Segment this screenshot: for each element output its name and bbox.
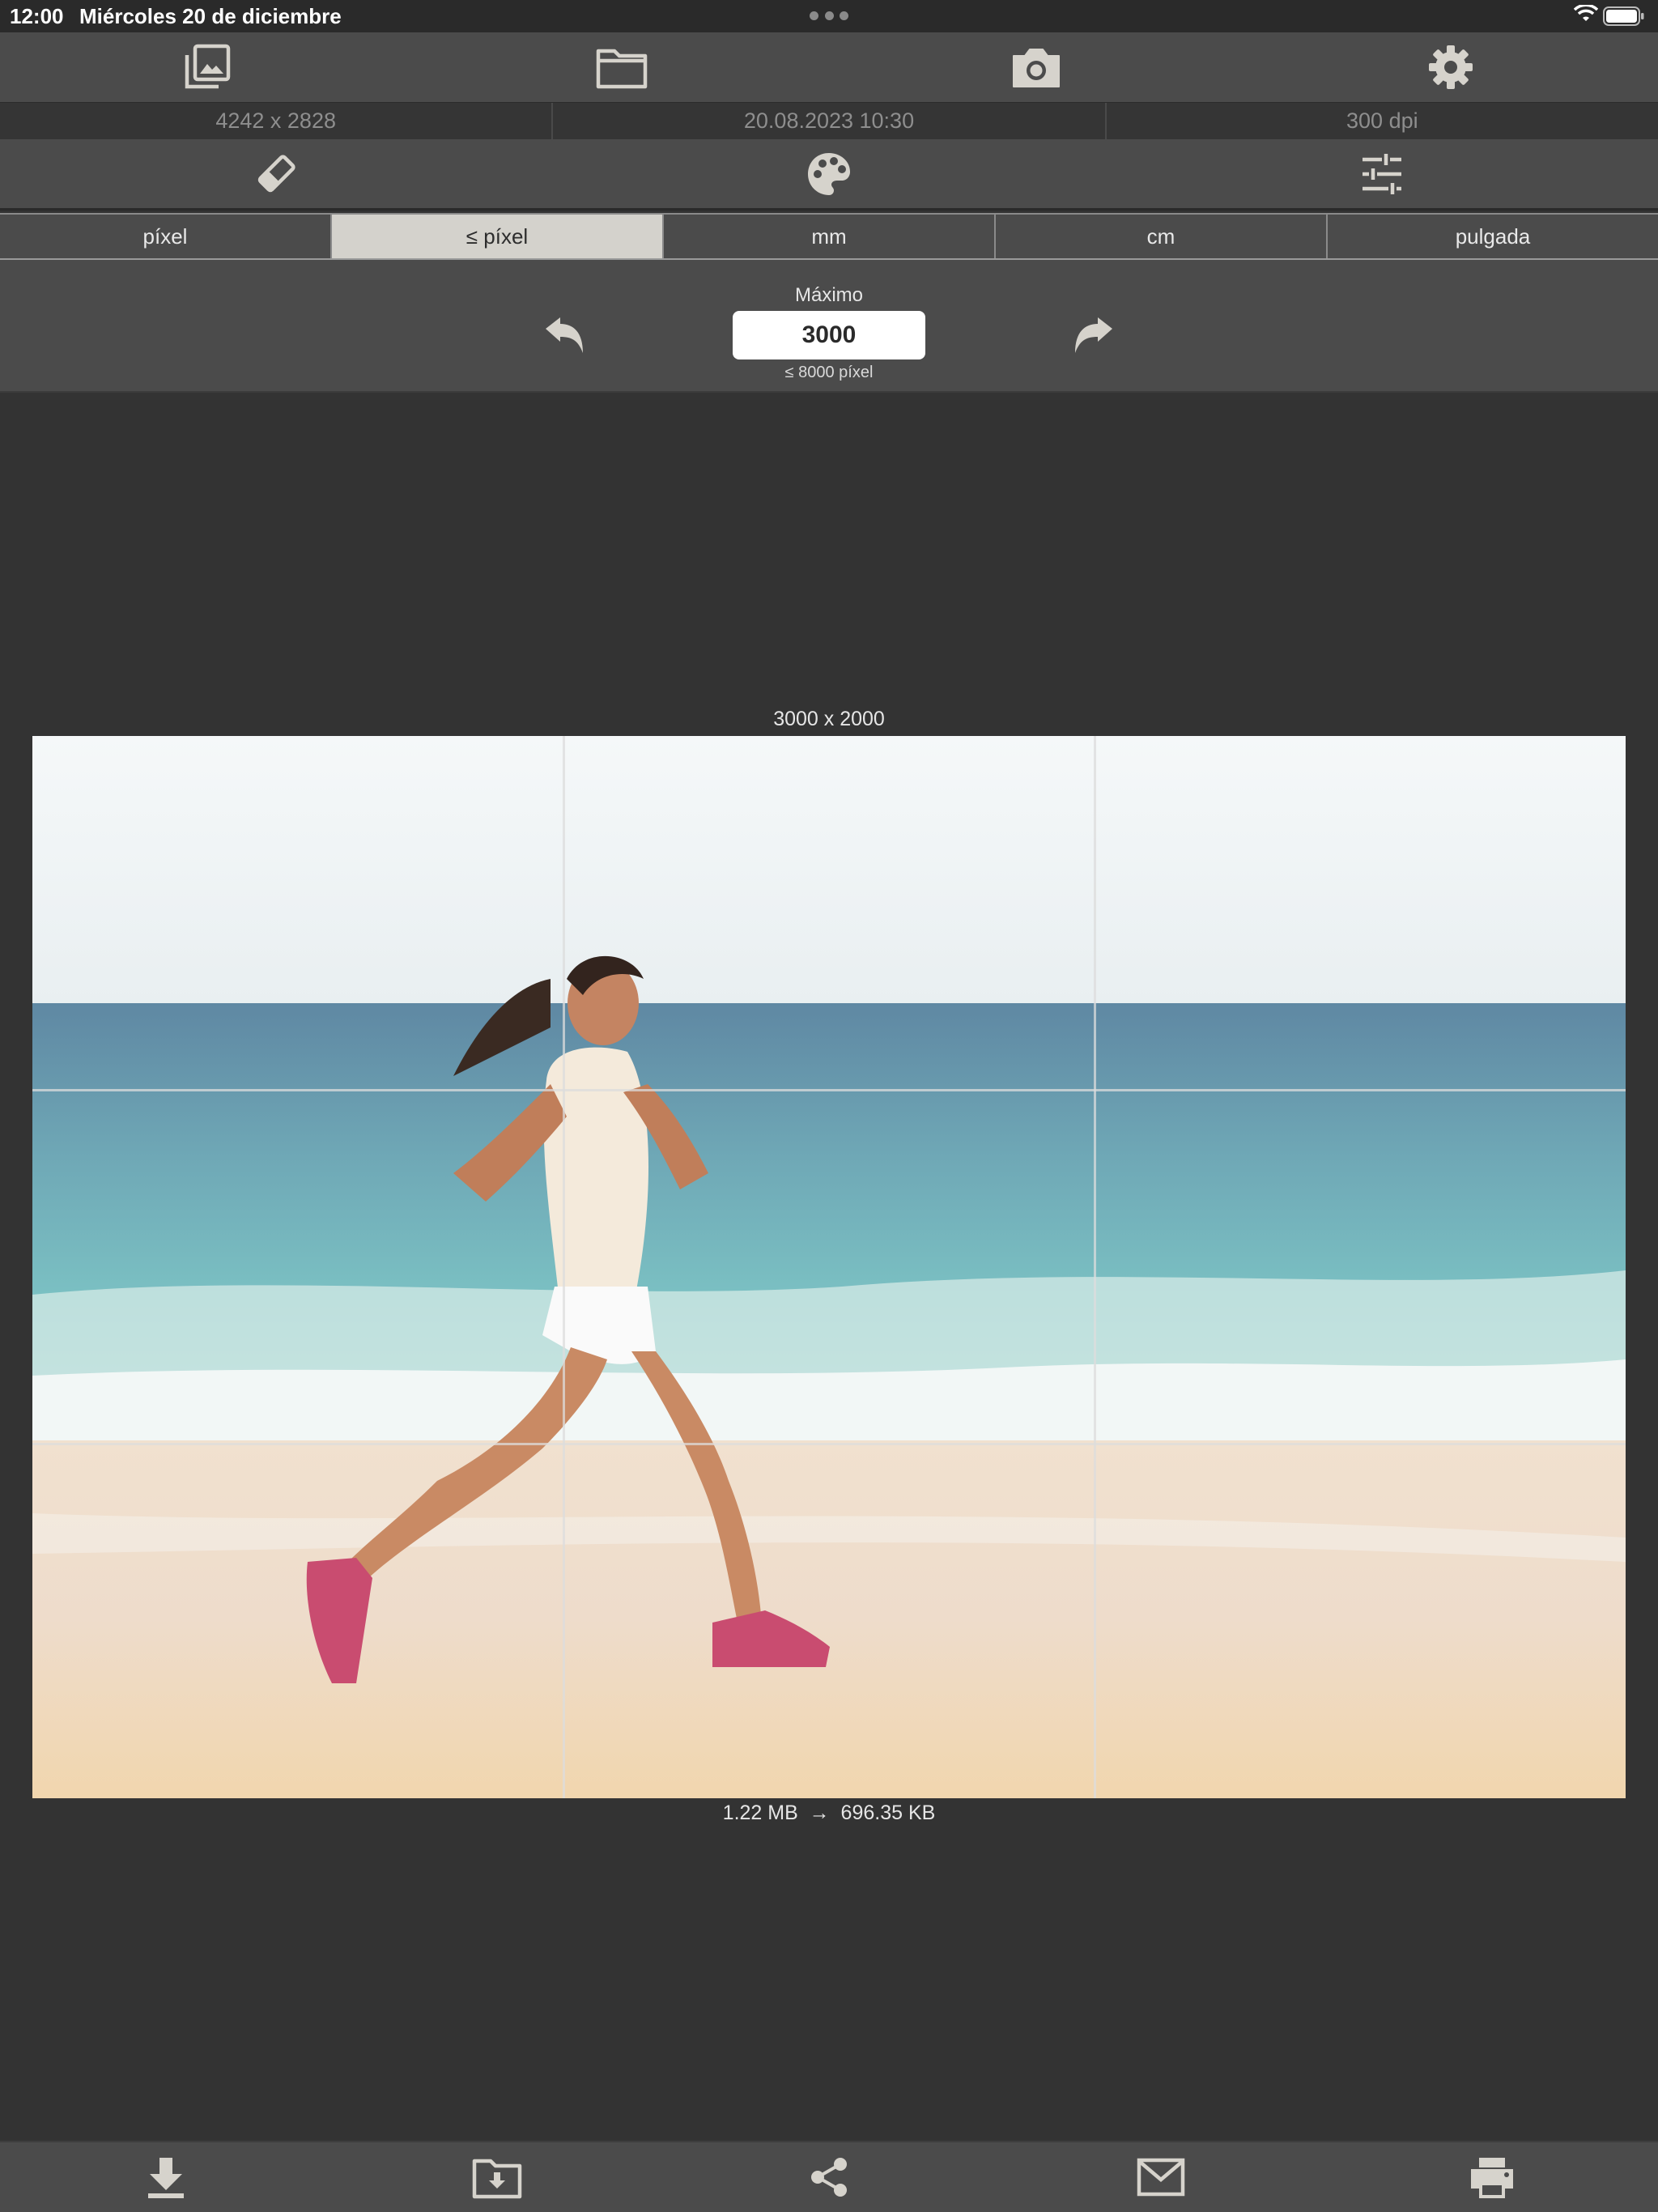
- open-folder-button[interactable]: [414, 32, 829, 102]
- unit-selector: píxel ≤ píxel mm cm pulgada: [0, 213, 1658, 260]
- max-size-input[interactable]: [733, 311, 925, 359]
- mail-icon: [1137, 2158, 1184, 2197]
- unit-option-pixel[interactable]: píxel: [0, 213, 332, 258]
- edit-toolbar: [0, 139, 1658, 211]
- undo-button[interactable]: [541, 311, 589, 359]
- photo-library-button[interactable]: [0, 32, 414, 102]
- eraser-button[interactable]: [0, 139, 553, 208]
- bottom-toolbar: [0, 2141, 1658, 2212]
- share-button[interactable]: [663, 2142, 995, 2212]
- max-size-label: Máximo: [794, 284, 863, 306]
- unit-option-max-pixel[interactable]: ≤ píxel: [332, 213, 664, 258]
- grid-line-vertical: [563, 736, 565, 1798]
- max-size-hint: ≤ 8000 píxel: [784, 364, 874, 381]
- status-bar: 12:00 Miércoles 20 de diciembre: [0, 0, 1658, 32]
- undo-icon: [546, 317, 583, 353]
- download-icon: [147, 2158, 184, 2198]
- image-info-bar: 4242 x 2828 20.08.2023 10:30 300 dpi: [0, 102, 1658, 139]
- unit-option-inch[interactable]: pulgada: [1328, 213, 1658, 258]
- settings-button[interactable]: [1244, 32, 1658, 102]
- wifi-icon: [1574, 5, 1598, 21]
- battery-icon: [1603, 6, 1644, 26]
- redo-button[interactable]: [1069, 311, 1117, 359]
- unit-option-mm[interactable]: mm: [664, 213, 996, 258]
- palette-button[interactable]: [553, 139, 1106, 208]
- original-dimensions: 4242 x 2828: [0, 103, 554, 139]
- multitasking-dots-icon[interactable]: [810, 11, 848, 21]
- beach-runner-photo: [32, 736, 1626, 1798]
- save-button[interactable]: [0, 2142, 332, 2212]
- email-button[interactable]: [995, 2142, 1327, 2212]
- folder-icon: [596, 49, 648, 89]
- output-dimensions: 3000 x 2000: [773, 708, 885, 730]
- save-to-folder-button[interactable]: [332, 2142, 664, 2212]
- adjustments-button[interactable]: [1105, 139, 1658, 208]
- gear-icon: [1429, 45, 1473, 89]
- photo-library-icon: [185, 44, 231, 89]
- folder-download-icon: [473, 2159, 522, 2199]
- top-toolbar: [0, 32, 1658, 102]
- status-time: 12:00: [10, 4, 64, 28]
- grid-line-horizontal: [32, 1089, 1626, 1091]
- size-panel: Máximo ≤ 8000 píxel: [0, 260, 1658, 393]
- image-preview[interactable]: [32, 736, 1626, 1798]
- palette-icon: [808, 152, 850, 195]
- camera-icon: [1013, 49, 1060, 87]
- print-button[interactable]: [1326, 2142, 1658, 2212]
- eraser-icon: [258, 154, 295, 192]
- file-size-comparison: 1.22 MB → 696.35 KB: [722, 1802, 936, 1824]
- print-icon: [1471, 2158, 1514, 2198]
- status-date: Miércoles 20 de diciembre: [79, 4, 342, 28]
- capture-datetime: 20.08.2023 10:30: [553, 103, 1107, 139]
- unit-option-cm[interactable]: cm: [996, 213, 1328, 258]
- camera-button[interactable]: [829, 32, 1244, 102]
- grid-line-horizontal: [32, 1443, 1626, 1445]
- image-resolution: 300 dpi: [1346, 108, 1418, 133]
- grid-line-vertical: [1094, 736, 1096, 1798]
- sliders-icon: [1362, 153, 1401, 194]
- share-icon: [810, 2158, 847, 2197]
- redo-icon: [1075, 317, 1112, 353]
